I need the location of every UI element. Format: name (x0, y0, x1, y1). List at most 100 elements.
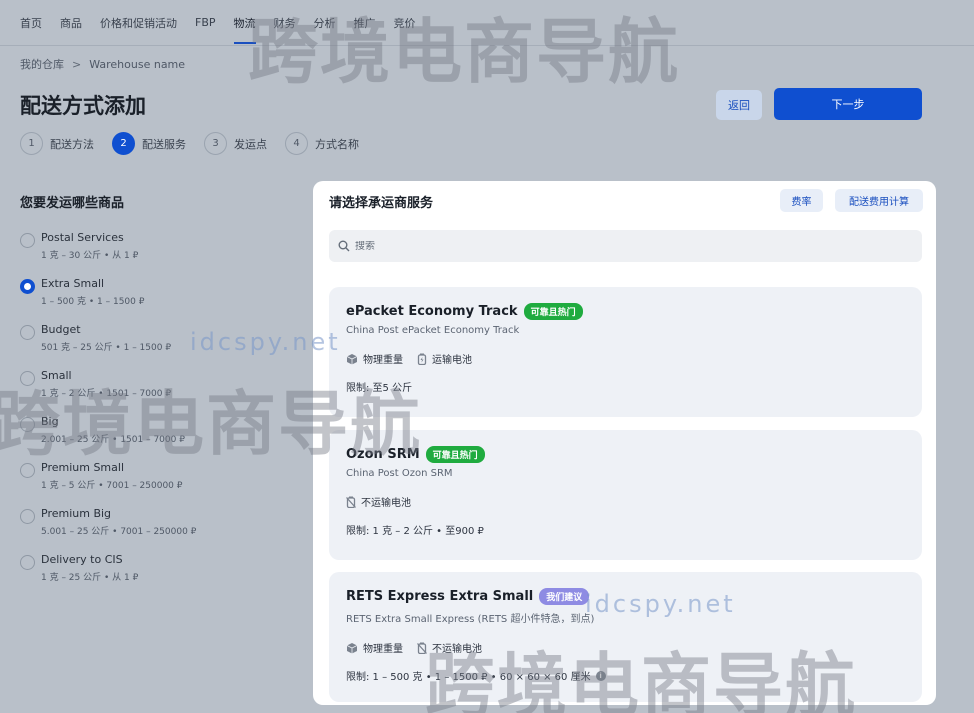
tariff-desc: 1 克 – 25 公斤 • 从 1 ₽ (41, 573, 139, 583)
nav-fbp[interactable]: FBP (195, 0, 216, 46)
tariff-name: Delivery to CIS (41, 553, 123, 566)
panel-title: 请选择承运商服务 (329, 196, 434, 211)
step-number: 2 (112, 132, 135, 155)
step-method-name[interactable]: 4 方式名称 (285, 132, 359, 155)
feature-label: 不运输电池 (361, 498, 411, 509)
nav-prices-promotions[interactable]: 价格和促销活动 (100, 0, 177, 46)
feature-physical-weight: 物理重量 (346, 640, 403, 655)
weight-icon (346, 353, 358, 364)
rates-button[interactable]: 费率 (780, 189, 823, 212)
tariff-desc: 501 克 – 25 公斤 • 1 – 1500 ₽ (41, 343, 172, 353)
feature-no-battery: 不运输电池 (346, 494, 411, 509)
radio-button[interactable] (20, 279, 35, 294)
no-battery-icon (417, 642, 427, 654)
breadcrumb-warehouses[interactable]: 我的仓库 (20, 56, 64, 72)
nav-home[interactable]: 首页 (20, 0, 42, 46)
radio-button[interactable] (20, 371, 35, 386)
step-label: 配送服务 (142, 137, 186, 151)
tariff-option[interactable]: Budget 501 克 – 25 公斤 • 1 – 1500 ₽ (20, 323, 300, 369)
recommend-badge: 我们建议 (539, 588, 590, 605)
tariff-desc: 1 – 500 克 • 1 – 1500 ₽ (41, 297, 145, 307)
search-box (329, 230, 922, 262)
radio-button[interactable] (20, 325, 35, 340)
radio-button[interactable] (20, 555, 35, 570)
nav-finance[interactable]: 财务 (274, 0, 296, 46)
tariff-name: Premium Big (41, 507, 112, 520)
weight-icon (346, 642, 358, 653)
nav-promotion[interactable]: 推广 (354, 0, 376, 46)
tariff-name: Small (41, 369, 72, 382)
tariff-option[interactable]: Premium Small 1 克 – 5 公斤 • 7001 – 250000… (20, 461, 300, 507)
breadcrumb: 我的仓库 > Warehouse name (20, 56, 185, 72)
tariff-desc: 2.001 – 25 公斤 • 1501 – 7000 ₽ (41, 435, 185, 445)
limit-text: 限制: 1 – 500 克 • 1 – 1500 ₽ • 60 × 60 × 6… (346, 672, 591, 683)
tariff-name: Big (41, 415, 59, 428)
tariff-list: Postal Services 1 克 – 30 公斤 • 从 1 ₽ Extr… (20, 231, 300, 599)
tariff-section-title: 您要发运哪些商品 (20, 196, 125, 211)
shipping-calculator-button[interactable]: 配送费用计算 (835, 189, 923, 212)
carrier-subtitle: RETS Extra Small Express (RETS 超小件特急，到点) (346, 614, 595, 625)
radio-button[interactable] (20, 463, 35, 478)
step-delivery-service[interactable]: 2 配送服务 (112, 132, 186, 155)
feature-physical-weight: 物理重量 (346, 351, 403, 366)
battery-icon (417, 353, 427, 365)
nav-products[interactable]: 商品 (60, 0, 82, 46)
carrier-name: Ozon SRM (346, 447, 420, 462)
carrier-name: RETS Express Extra Small (346, 589, 534, 604)
carrier-subtitle: China Post ePacket Economy Track (346, 325, 520, 336)
carrier-subtitle: China Post Ozon SRM (346, 468, 453, 479)
carrier-limit: 限制: 1 – 500 克 • 1 – 1500 ₽ • 60 × 60 × 6… (346, 668, 905, 683)
radio-button[interactable] (20, 509, 35, 524)
step-delivery-method[interactable]: 1 配送方法 (20, 132, 94, 155)
feature-label: 物理重量 (363, 355, 403, 366)
tariff-option[interactable]: Premium Big 5.001 – 25 公斤 • 7001 – 25000… (20, 507, 300, 553)
carrier-card-rets-express[interactable]: RETS Express Extra Small 我们建议 RETS Extra… (329, 572, 922, 702)
breadcrumb-separator: > (72, 57, 82, 71)
tariff-desc: 1 克 – 5 公斤 • 7001 – 250000 ₽ (41, 481, 183, 491)
step-label: 发运点 (234, 137, 267, 151)
tariff-name: Postal Services (41, 231, 124, 244)
feature-no-battery: 不运输电池 (417, 640, 482, 655)
tariff-option[interactable]: Big 2.001 – 25 公斤 • 1501 – 7000 ₽ (20, 415, 300, 461)
tariff-option[interactable]: Extra Small 1 – 500 克 • 1 – 1500 ₽ (20, 277, 300, 323)
limit-text: 限制: 1 克 – 2 公斤 • 至900 ₽ (346, 526, 484, 537)
breadcrumb-current: Warehouse name (89, 57, 186, 71)
tariff-name: Budget (41, 323, 81, 336)
tariff-desc: 1 克 – 30 公斤 • 从 1 ₽ (41, 251, 139, 261)
page-title: 配送方式添加 (20, 94, 146, 118)
carrier-card-ozon-srm[interactable]: Ozon SRM 可靠且热门 China Post Ozon SRM 不运输电池… (329, 430, 922, 560)
next-button[interactable]: 下一步 (774, 88, 922, 120)
back-button[interactable]: 返回 (716, 90, 762, 120)
step-shipping-point[interactable]: 3 发运点 (204, 132, 267, 155)
step-number: 3 (204, 132, 227, 155)
tariff-option[interactable]: Small 1 克 – 2 公斤 • 1501 – 7000 ₽ (20, 369, 300, 415)
stepper: 1 配送方法 2 配送服务 3 发运点 4 方式名称 (20, 132, 377, 155)
top-nav: 首页 商品 价格和促销活动 FBP 物流 财务 分析 推广 竞价 (0, 0, 974, 46)
tariff-name: Premium Small (41, 461, 124, 474)
feature-label: 运输电池 (432, 355, 472, 366)
tariff-option[interactable]: Delivery to CIS 1 克 – 25 公斤 • 从 1 ₽ (20, 553, 300, 599)
nav-analytics[interactable]: 分析 (314, 0, 336, 46)
step-number: 1 (20, 132, 43, 155)
feature-battery: 运输电池 (417, 351, 472, 366)
tariff-desc: 5.001 – 25 公斤 • 7001 – 250000 ₽ (41, 527, 197, 537)
radio-button[interactable] (20, 233, 35, 248)
search-icon (338, 240, 350, 252)
tariff-name: Extra Small (41, 277, 105, 290)
carrier-card-epacket[interactable]: ePacket Economy Track 可靠且热门 China Post e… (329, 287, 922, 417)
tariff-desc: 1 克 – 2 公斤 • 1501 – 7000 ₽ (41, 389, 172, 399)
tariff-option[interactable]: Postal Services 1 克 – 30 公斤 • 从 1 ₽ (20, 231, 300, 277)
step-number: 4 (285, 132, 308, 155)
search-input[interactable] (355, 240, 895, 252)
info-icon[interactable]: i (595, 670, 606, 681)
carrier-panel: 请选择承运商服务 费率 配送费用计算 ePacket Economy Track… (313, 181, 936, 705)
step-label: 方式名称 (315, 137, 359, 151)
carrier-limit: 限制: 至5 公斤 (346, 379, 905, 394)
feature-label: 不运输电池 (432, 644, 482, 655)
radio-button[interactable] (20, 417, 35, 432)
limit-text: 限制: 至5 公斤 (346, 383, 413, 394)
status-badge: 可靠且热门 (523, 303, 583, 320)
nav-logistics[interactable]: 物流 (233, 0, 256, 46)
nav-bidding[interactable]: 竞价 (394, 0, 416, 46)
no-battery-icon (346, 496, 356, 508)
